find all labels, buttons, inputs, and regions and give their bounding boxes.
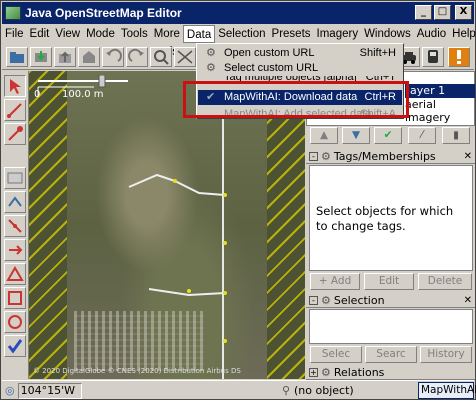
menu-file[interactable]: File: [2, 25, 27, 43]
settings-icon[interactable]: ⚙: [321, 294, 331, 307]
wireframe-icon[interactable]: [174, 47, 196, 67]
upload-icon[interactable]: [54, 47, 76, 67]
tags-panel-title: Tags/Memberships: [333, 149, 436, 163]
object-info-icon: ⚲: [282, 384, 291, 397]
circle-tool-icon[interactable]: [4, 311, 26, 333]
visibility-icon[interactable]: ✔: [374, 127, 402, 144]
selection-panel-title: Selection: [333, 293, 385, 307]
scale-bar: 0 100.0 m: [34, 74, 134, 100]
redo-icon[interactable]: [126, 47, 148, 67]
settings-icon[interactable]: ⚙: [321, 366, 331, 379]
delete-tag-button[interactable]: Delete: [418, 273, 472, 290]
zoom-tool-icon[interactable]: [4, 123, 26, 145]
panel-collapse-icon[interactable]: -: [309, 295, 318, 305]
align-tool-icon[interactable]: [4, 263, 26, 285]
move-down-icon[interactable]: ▼: [342, 127, 370, 144]
scale-zero: 0: [34, 89, 41, 100]
panel-close-icon[interactable]: ✕: [464, 295, 472, 306]
scale-distance: 100.0 m: [62, 89, 104, 100]
menu-tools[interactable]: Tools: [118, 25, 151, 43]
highlight-annotation-box: [183, 81, 409, 118]
search-button[interactable]: Searc: [365, 346, 417, 363]
mapwithai-tool-icon[interactable]: [4, 335, 26, 357]
download-icon[interactable]: [30, 47, 52, 67]
globe-icon: ◎: [5, 384, 15, 397]
tags-panel-header: - ⚙ Tags/Memberships ✕: [306, 149, 475, 164]
edit-tag-button[interactable]: Edit: [364, 273, 414, 290]
status-bar: ◎ 104°15'W ⚲ (no object) MapWithAI: [2, 380, 476, 400]
tags-buttons: + Add Edit Delete: [306, 273, 475, 292]
delete-tool-icon[interactable]: [4, 167, 26, 189]
menu-mode[interactable]: Mode: [83, 25, 118, 43]
close-button[interactable]: X: [455, 5, 472, 20]
title-bar: Java OpenStreetMap Editor _ □ X: [2, 2, 474, 24]
menu-more-tools[interactable]: More tools: [151, 25, 183, 58]
orthogonal-tool-icon[interactable]: [4, 287, 26, 309]
move-up-icon[interactable]: ▲: [310, 127, 338, 144]
layer-item-imagery[interactable]: aerial imagery: [405, 98, 474, 124]
menu-selection[interactable]: Selection: [215, 25, 268, 43]
mapwithai-status-button[interactable]: MapWithAI: [418, 382, 476, 399]
object-name-display: (no object): [294, 384, 354, 397]
layer-item-active[interactable]: layer 1: [405, 84, 475, 98]
draw-nodes-icon[interactable]: [4, 99, 26, 121]
longitude-display: 104°15'W: [17, 382, 82, 399]
imagery-attribution[interactable]: © 2020 DigitalGlobe © CNES (2020) Distri…: [33, 367, 303, 375]
minimize-button[interactable]: _: [415, 5, 432, 20]
menu-windows[interactable]: Windows: [361, 25, 414, 43]
open-file-icon[interactable]: [6, 47, 28, 67]
relations-panel-title: Relations: [333, 365, 385, 379]
selection-list[interactable]: [309, 309, 473, 344]
combine-tool-icon[interactable]: [4, 215, 26, 237]
settings-icon[interactable]: ⚙: [321, 150, 331, 163]
tags-table[interactable]: Select objects for which to change tags.: [309, 165, 473, 271]
menu-edit[interactable]: Edit: [27, 25, 53, 43]
tags-empty-message: Select objects for which to change tags.: [316, 204, 454, 233]
select-button[interactable]: Selec: [310, 346, 362, 363]
panel-close-icon[interactable]: ✕: [464, 151, 472, 162]
selection-panel-header: - ⚙ Selection ✕: [306, 293, 475, 308]
gear-icon: ⚙: [206, 47, 216, 59]
josm-app-icon: [5, 6, 21, 20]
selection-panel: - ⚙ Selection ✕ Selec Searc History: [306, 293, 475, 365]
menu-help[interactable]: Help: [449, 25, 476, 43]
bus-icon[interactable]: [422, 47, 444, 67]
zoom-to-icon[interactable]: [150, 47, 172, 67]
gear-icon: ⚙: [206, 62, 216, 74]
history-button[interactable]: History: [420, 346, 472, 363]
select-tool-icon[interactable]: [4, 75, 26, 97]
menu-item-select-custom-url[interactable]: ⚙ Select custom URL: [198, 61, 402, 76]
merge-layer-icon[interactable]: ⁄: [408, 127, 436, 144]
add-tag-button[interactable]: + Add: [310, 273, 360, 290]
reverse-tool-icon[interactable]: [4, 239, 26, 261]
menu-view[interactable]: View: [52, 25, 83, 43]
menu-bar: File Edit View Mode Tools More tools Dat…: [2, 25, 476, 58]
josm-window: Java OpenStreetMap Editor _ □ X File Edi…: [0, 0, 476, 400]
menu-imagery[interactable]: Imagery: [314, 25, 362, 43]
warning-icon[interactable]: [448, 47, 470, 67]
relations-panel: + ⚙ Relations: [306, 365, 475, 380]
menu-presets[interactable]: Presets: [269, 25, 314, 43]
menu-data[interactable]: Data: [182, 25, 216, 43]
split-tool-icon[interactable]: [4, 191, 26, 213]
relations-panel-header: + ⚙ Relations: [306, 365, 475, 380]
maximize-button[interactable]: □: [434, 5, 451, 20]
panel-collapse-icon[interactable]: -: [309, 151, 318, 161]
layers-buttons: ▲ ▼ ✔ ⁄ ▮: [306, 127, 475, 147]
save-icon[interactable]: [78, 47, 100, 67]
tags-panel: - ⚙ Tags/Memberships ✕ Select objects fo…: [306, 149, 475, 273]
left-toolbar: [2, 71, 29, 379]
window-title: Java OpenStreetMap Editor: [25, 6, 182, 20]
delete-layer-icon[interactable]: ▮: [442, 127, 470, 144]
undo-icon[interactable]: [102, 47, 124, 67]
menu-item-open-custom-url[interactable]: ⚙ Open custom URL Shift+H: [198, 46, 402, 61]
panel-expand-icon[interactable]: +: [309, 367, 318, 377]
menu-audio[interactable]: Audio: [414, 25, 449, 43]
